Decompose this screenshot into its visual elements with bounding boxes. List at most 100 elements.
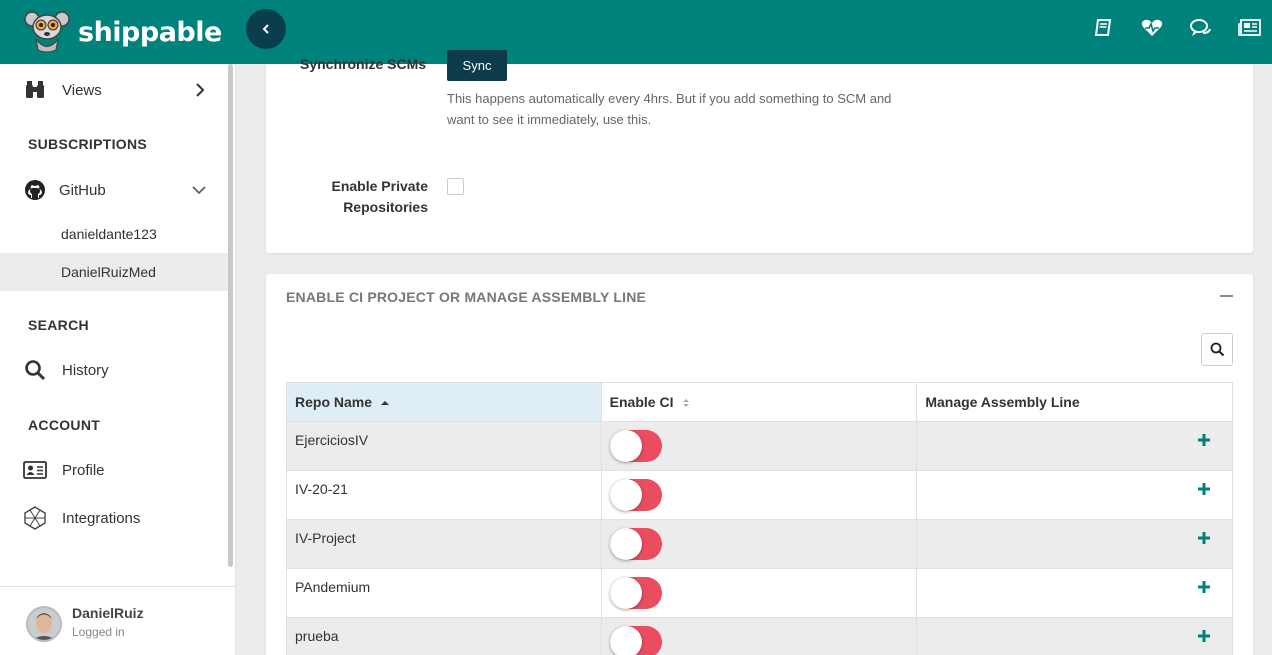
enable-private-repos-checkbox[interactable]	[447, 178, 464, 195]
sync-help-text: This happens automatically every 4hrs. B…	[447, 91, 892, 127]
table-row: IV-Project	[286, 519, 1233, 569]
logo-text: shippable	[78, 16, 222, 48]
avatar	[26, 606, 62, 642]
sort-icon	[683, 399, 690, 408]
sidebar-item-history[interactable]: History	[0, 350, 228, 390]
plus-icon[interactable]	[1198, 483, 1210, 495]
sync-scms-label: Synchronize SCMs	[300, 56, 427, 72]
sidebar-item-danielruizmed[interactable]: DanielRuizMed	[0, 253, 228, 291]
user-status: Logged in	[72, 625, 125, 639]
book-icon	[1094, 19, 1112, 36]
search-icon	[23, 358, 47, 382]
enable-ci-toggle[interactable]	[609, 577, 662, 609]
enable-ci-toggle[interactable]	[609, 528, 662, 560]
private-label-line1: Enable Private	[331, 178, 429, 194]
sidebar-item-danieldante123[interactable]: danieldante123	[0, 215, 228, 253]
toggle-knob	[609, 479, 642, 511]
repo-name-cell: IV-20-21	[286, 470, 602, 520]
repo-name-cell: EjerciciosIV	[286, 421, 602, 471]
news-icon	[1238, 19, 1261, 36]
projects-card-title: ENABLE CI PROJECT OR MANAGE ASSEMBLY LIN…	[286, 289, 647, 305]
enable-ci-cell	[600, 617, 918, 655]
table-row: PAndemium	[286, 568, 1233, 618]
sidebar-scrollbar[interactable]	[228, 64, 233, 567]
plus-icon[interactable]	[1198, 581, 1210, 593]
column-header-label: Manage Assembly Line	[925, 394, 1080, 410]
user-panel[interactable]: DanielRuiz Logged in	[0, 586, 235, 655]
sidebar-item-label: History	[62, 361, 109, 379]
account-heading: ACCOUNT	[28, 417, 101, 433]
sort-ascending-icon	[380, 401, 389, 406]
plus-icon[interactable]	[1198, 630, 1210, 642]
column-header-repo-name[interactable]: Repo Name	[286, 382, 602, 422]
table-search-button[interactable]	[1201, 333, 1233, 366]
private-label-line2: Repositories	[343, 199, 428, 215]
sidebar-item-profile[interactable]: Profile	[0, 450, 228, 490]
github-icon	[23, 178, 47, 202]
support-chat-button[interactable]	[1189, 16, 1213, 40]
integrations-icon	[23, 506, 47, 530]
sidebar-item-label: DanielRuizMed	[61, 264, 156, 280]
toggle-knob	[609, 577, 642, 609]
column-header-enable-ci[interactable]: Enable CI	[600, 382, 918, 422]
chevron-left-icon	[262, 24, 269, 34]
enable-ci-cell	[600, 421, 918, 471]
id-card-icon	[23, 458, 47, 482]
sidebar-item-label: danieldante123	[61, 226, 157, 242]
user-name: DanielRuiz	[72, 605, 144, 621]
sync-button[interactable]: Sync	[447, 50, 507, 81]
column-header-manage-assembly-line: Manage Assembly Line	[916, 382, 1233, 422]
collapse-card-button[interactable]	[1220, 295, 1233, 297]
enable-ci-cell	[600, 470, 918, 520]
search-heading: SEARCH	[28, 317, 89, 333]
sidebar-item-label: GitHub	[59, 181, 106, 199]
repo-name-cell: IV-Project	[286, 519, 602, 569]
manage-assembly-line-cell	[916, 519, 1233, 569]
manage-assembly-line-cell	[916, 568, 1233, 618]
manage-assembly-line-cell	[916, 470, 1233, 520]
table-row: IV-20-21	[286, 470, 1233, 520]
column-header-label: Enable CI	[609, 394, 674, 410]
docs-button[interactable]	[1091, 16, 1115, 40]
sidebar-item-views[interactable]: Views	[0, 70, 228, 110]
search-icon	[1210, 342, 1224, 357]
enable-ci-toggle[interactable]	[609, 479, 662, 511]
sidebar-item-label: Views	[62, 81, 102, 99]
chevron-right-icon	[196, 83, 205, 97]
shippable-logo[interactable]: shippable	[22, 8, 222, 56]
binoculars-icon	[23, 78, 47, 102]
table-row: EjerciciosIV	[286, 421, 1233, 471]
repo-name-cell: prueba	[286, 617, 602, 655]
table-header-row: Repo Name Enable CI Manage Assembly Line	[286, 382, 1233, 422]
manage-assembly-line-cell	[916, 617, 1233, 655]
enable-ci-cell	[600, 568, 918, 618]
toggle-knob	[609, 430, 642, 462]
enable-ci-toggle[interactable]	[609, 430, 662, 462]
repo-name-cell: PAndemium	[286, 568, 602, 618]
enable-private-repos-label: Enable Private Repositories	[296, 176, 429, 218]
sidebar-item-label: Profile	[62, 461, 105, 479]
chat-icon	[1190, 19, 1211, 36]
top-icon-bar	[1091, 0, 1272, 56]
sidebar-collapse-button[interactable]	[246, 9, 286, 49]
top-bar: shippable	[0, 0, 1272, 64]
manage-assembly-line-cell	[916, 421, 1233, 471]
sidebar-item-integrations[interactable]: Integrations	[0, 498, 228, 538]
sidebar-item-label: Integrations	[62, 509, 141, 527]
status-button[interactable]	[1140, 16, 1164, 40]
enable-ci-cell	[600, 519, 918, 569]
news-button[interactable]	[1238, 16, 1262, 40]
plus-icon[interactable]	[1198, 434, 1210, 446]
plus-icon[interactable]	[1198, 532, 1210, 544]
table-row: prueba	[286, 617, 1233, 655]
column-header-label: Repo Name	[295, 394, 373, 410]
lemur-mascot-icon	[24, 11, 70, 53]
chevron-down-icon	[192, 186, 206, 195]
sidebar: Views SUBSCRIPTIONS GitHub danieldante12…	[0, 64, 236, 655]
toggle-knob	[609, 528, 642, 560]
subscriptions-heading: SUBSCRIPTIONS	[28, 136, 148, 152]
sidebar-item-github[interactable]: GitHub	[0, 170, 228, 210]
enable-ci-toggle[interactable]	[609, 626, 662, 655]
toggle-knob	[609, 626, 642, 655]
projects-table: Repo Name Enable CI Manage Assembly Line…	[286, 382, 1233, 655]
